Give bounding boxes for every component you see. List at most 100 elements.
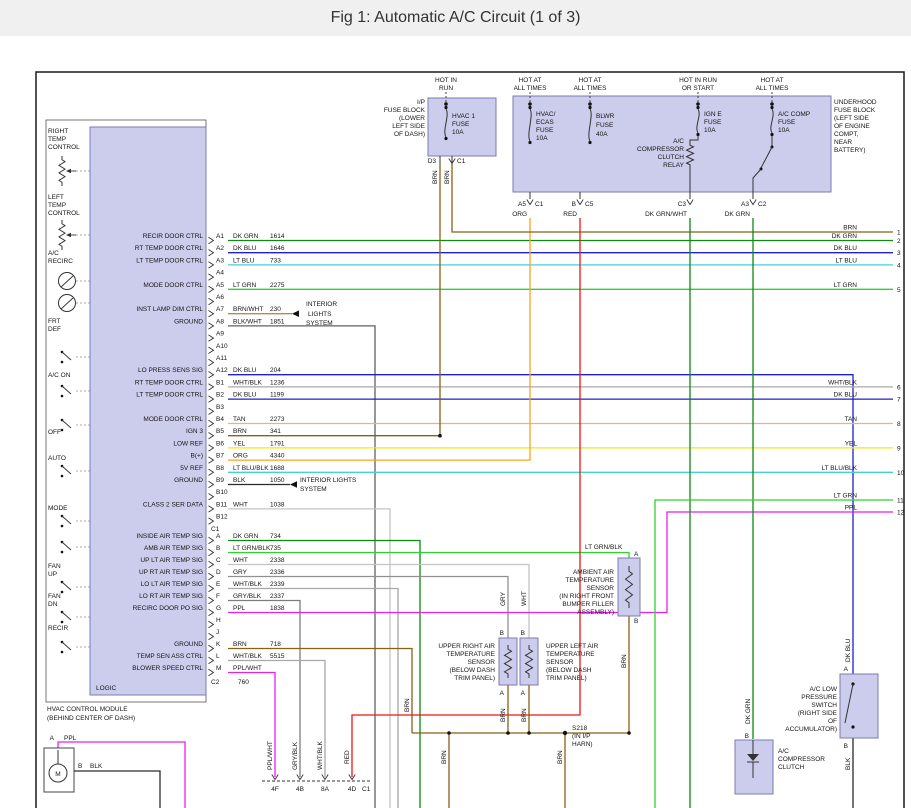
resistor-icon [59,156,65,186]
pin-function-label: RT TEMP DOOR CTRL [135,379,204,386]
splice-label: S218 [572,725,588,732]
pin-id: B [634,618,638,625]
sensor-label: TEMPERATURE [446,651,495,658]
power-feed-label: ALL TIMES [574,85,608,92]
fuse-label: FUSE [596,122,614,129]
control-label: CONTROL [48,144,80,151]
pin-id: A2 [216,245,224,252]
component-label: CLUTCH [778,764,805,771]
pin-function-label: LT TEMP DOOR CTRL [136,257,203,264]
pin-id: A3 [741,201,749,208]
sensor-label: TRIM PANEL) [546,675,587,682]
wire [228,553,629,559]
sensor-label: SENSOR [468,659,496,666]
pin-id: 4D [348,786,357,793]
page-connector-number: 7 [897,397,901,404]
wire-color-label: BRN [500,708,507,722]
circuit-number: 204 [270,367,281,374]
sensor-label: TRIM PANEL) [454,675,495,682]
pin-id: A10 [216,343,228,350]
block-location-label: COMPT, [834,131,859,138]
pin-function-label: BLOWER SPEED CTRL [132,665,203,672]
control-label: RECIRC [48,258,73,265]
pin-id: B1 [216,379,224,386]
wire-color-label: WHT/BLK [233,581,263,588]
pin-id: 4B [296,786,304,793]
pin-bracket [209,359,214,365]
pin-id: B5 [216,428,224,435]
sensor-label: AMBIENT AIR [573,569,614,576]
pin-function-label: RT TEMP DOOR CTRL [135,245,204,252]
module-name: HVAC CONTROL MODULE [47,706,128,713]
power-feed-label: RUN [439,85,453,92]
switch-icon [62,352,71,360]
junction-dot [506,731,510,735]
pin-function-label: MODE DOOR CTRL [143,282,203,289]
pin-bracket [209,506,214,512]
pin-id: B9 [216,477,224,484]
sensor-label: ASSEMBLY) [577,609,614,616]
pin-bracket [209,372,214,378]
pin-bracket [209,657,214,663]
pin-bracket [527,200,533,205]
circuit-number: 1199 [270,392,284,399]
fuse-label: 10A [452,129,464,136]
page-connector-number: 12 [897,510,905,517]
pin-function-label: LOW REF [173,440,203,447]
switch-icon [62,542,71,550]
wire-color-label: BLK [90,763,103,770]
edge-wire-label: YEL [845,440,858,447]
component-label: SWITCH [811,702,837,709]
resistor-icon [59,220,65,250]
wire-color-label: WHT/BLK [317,740,324,770]
pin-id: 8A [321,786,330,793]
wire-color-label: YEL [233,440,246,447]
junction-dot [696,102,700,106]
junction-dot [61,395,64,398]
power-feed-label: ALL TIMES [756,85,790,92]
pin-bracket [209,433,214,439]
block-location-label: FUSE BLOCK [834,107,876,114]
wire-color-label: PPL/WHT [233,665,262,672]
fuse-label: HVAC 1 [452,113,475,120]
sensor-label: (IN RIGHT FRONT [559,593,614,600]
switch-icon [62,642,71,650]
wire-color-label: RED [344,750,351,764]
block-location-label: LEFT SIDE [392,123,425,130]
wire-color-label: DK GRN [745,698,752,724]
fuse-label: BLWR [596,113,615,120]
junction-dot [528,141,531,144]
pin-id: A11 [216,355,227,362]
fuse-label: 40A [596,131,608,138]
junction-dot [61,361,64,364]
pin-id: L [216,653,220,660]
control-label: RECIR [48,625,69,632]
block-location-label: OF ENGINE [834,123,870,130]
pin-id: A7 [216,306,224,313]
connector-id: C2 [211,679,220,686]
pin-function-label: LO PRESS SENS SIG [138,367,203,374]
pin-id: A [521,690,526,697]
component-label: A/C [778,748,789,755]
pin-bracket [209,585,214,591]
switch-icon [62,516,71,524]
control-label: LEFT [48,194,64,201]
wire-color-label: WHT/BLK [233,379,263,386]
circuit-number: 1791 [270,440,285,447]
wire-color-label: BRN [521,708,528,722]
wire-color-label: BRN [233,641,247,648]
wire-color-label: BRN [432,170,439,184]
wire-color-label: BRN/WHT [233,306,263,313]
pin-bracket [209,494,214,500]
pin-bracket [209,335,214,341]
junction-dot [447,731,451,735]
module-name: (BEHIND CENTER OF DASH) [47,715,135,722]
junction-dot [61,429,64,432]
wire-color-label: BRN [621,654,628,668]
pin-bracket [209,396,214,402]
wire [228,661,325,778]
circuit-number: 341 [270,428,281,435]
fuse-label: FUSE [452,121,470,128]
circuit-number: 5515 [270,653,285,660]
pin-bracket [209,597,214,603]
